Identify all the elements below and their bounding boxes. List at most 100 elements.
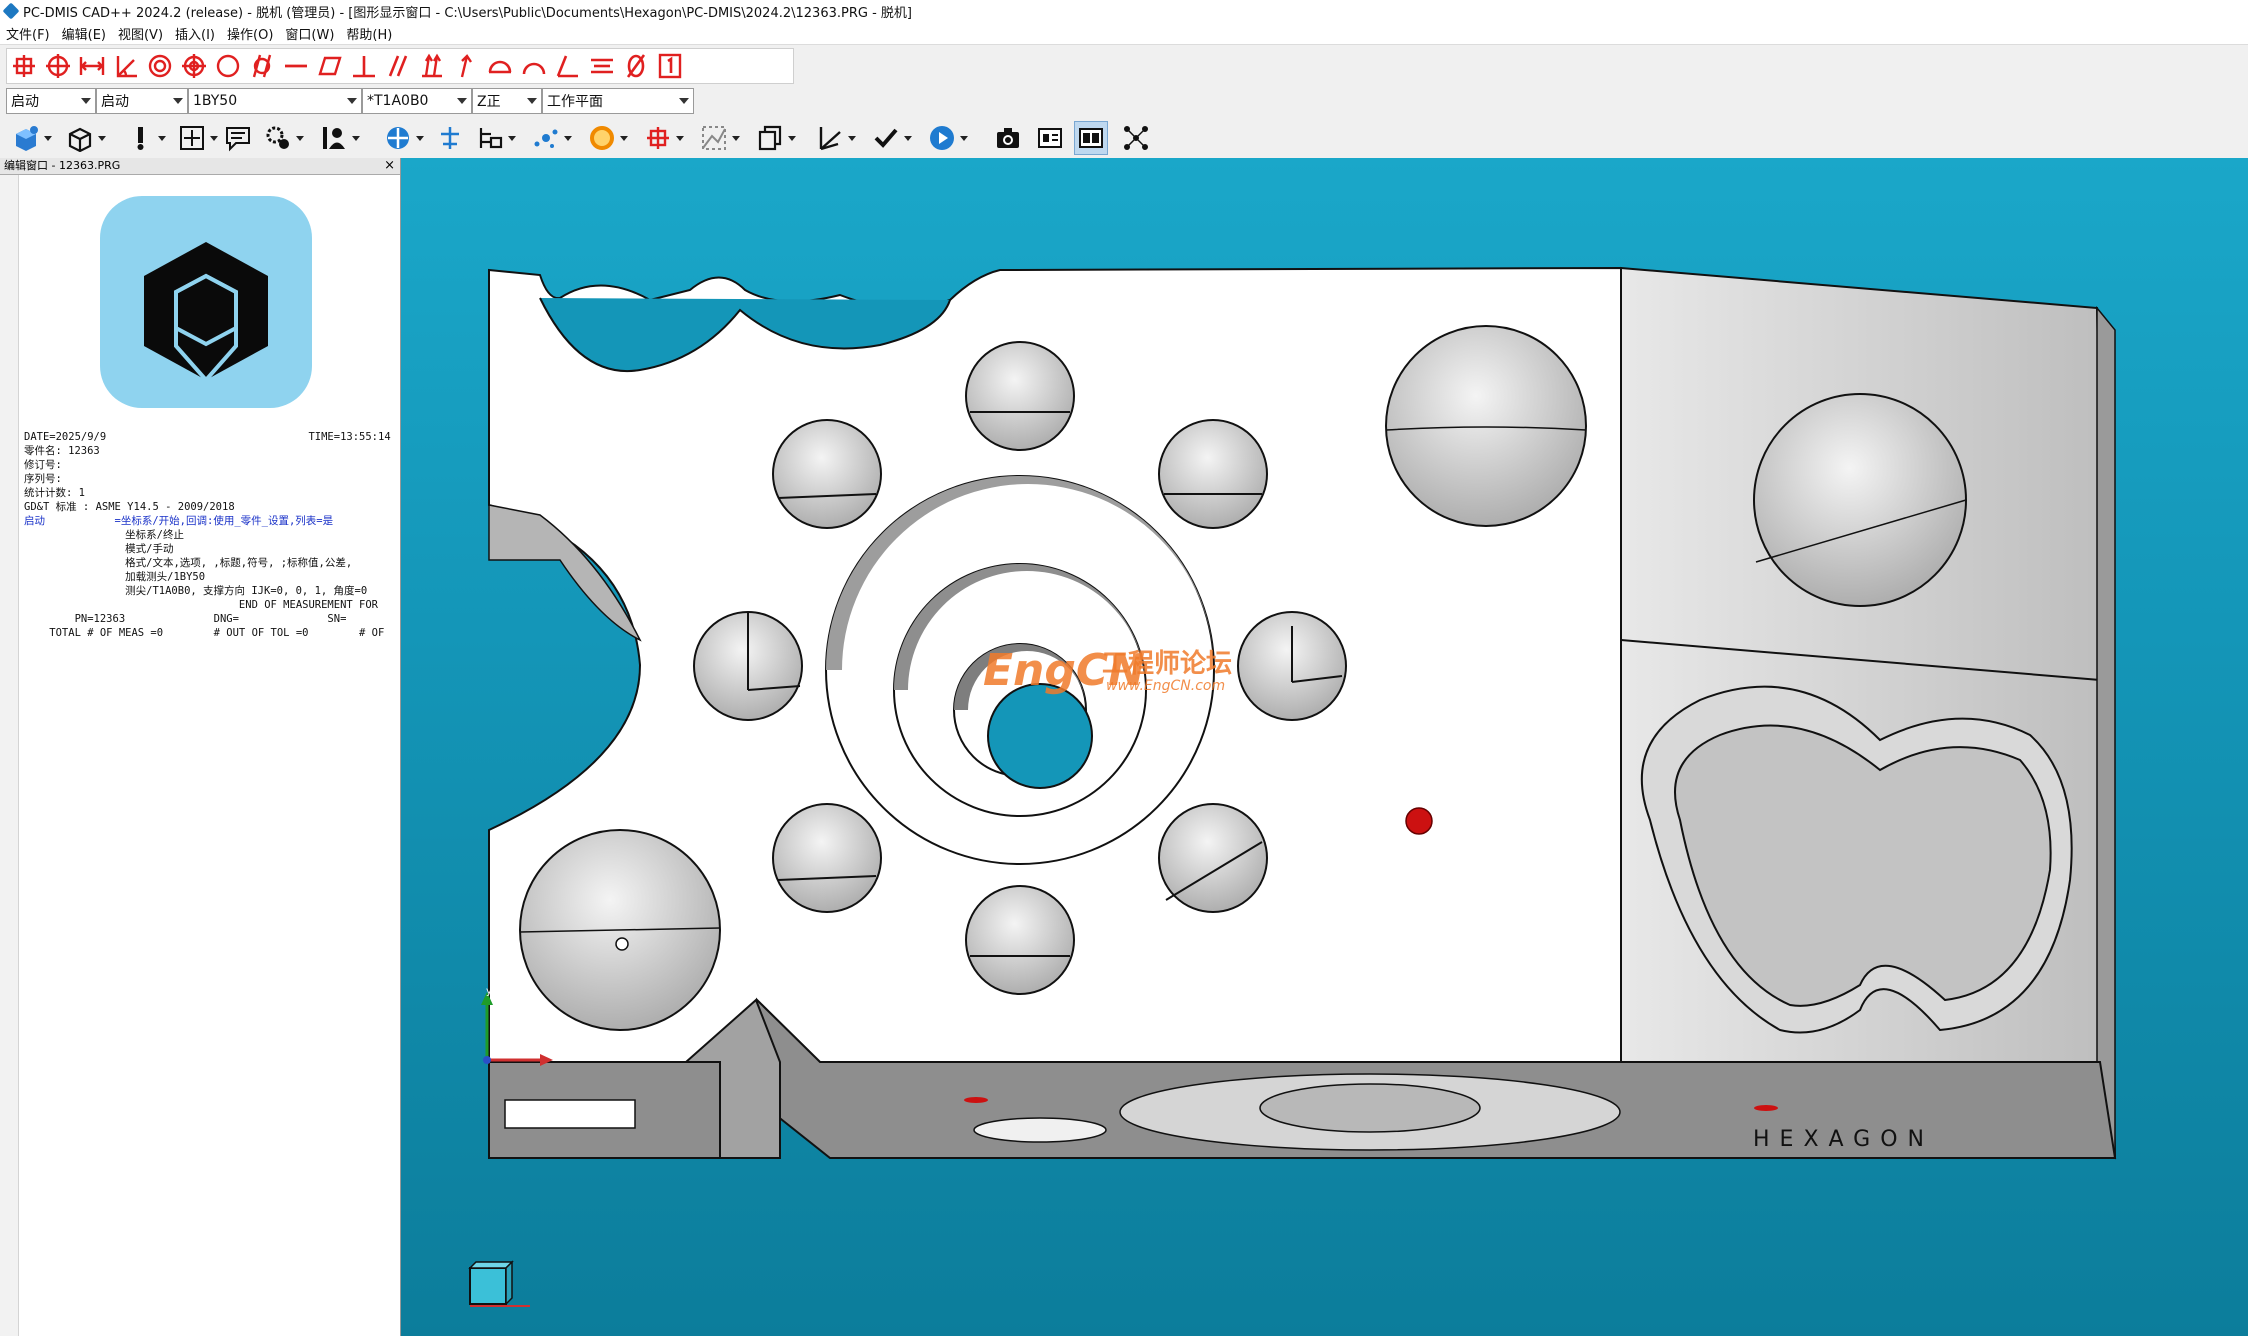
watermark-url: www.EngCN.com bbox=[1106, 678, 1225, 694]
code-line: 修订号: bbox=[24, 459, 62, 471]
copy-tool[interactable] bbox=[754, 122, 796, 154]
profile-line-icon[interactable] bbox=[483, 50, 517, 82]
circular-runout-icon[interactable] bbox=[449, 50, 483, 82]
alignment-combo[interactable]: 启动 bbox=[6, 88, 96, 114]
program-code[interactable]: DATE=2025/9/9 TIME=13:55:14 零件名: 12363 修订号… bbox=[24, 430, 391, 640]
alignment-combo-value: 启动 bbox=[11, 94, 39, 110]
check-icon bbox=[870, 122, 902, 154]
ring-icon bbox=[586, 122, 618, 154]
axis-y-label: y bbox=[486, 986, 492, 997]
coaxiality-icon[interactable] bbox=[619, 50, 653, 82]
tip-combo[interactable]: *T1A0B0 bbox=[362, 88, 472, 114]
app-logo bbox=[100, 196, 312, 408]
probe-mode-tool[interactable] bbox=[124, 122, 166, 154]
menu-window[interactable]: 窗口(W) bbox=[279, 24, 340, 43]
dimension-toolbar-group bbox=[6, 48, 794, 84]
path-tool[interactable] bbox=[434, 122, 466, 154]
target-icon bbox=[382, 122, 414, 154]
chevron-down-icon bbox=[210, 135, 218, 141]
workplane-combo-value: 工作平面 bbox=[547, 94, 603, 110]
screenshot-tool[interactable] bbox=[992, 122, 1024, 154]
alignment-recall-combo[interactable]: 启动 bbox=[96, 88, 188, 114]
point-cloud-tool[interactable] bbox=[530, 122, 572, 154]
execute-tool[interactable] bbox=[926, 122, 968, 154]
orientation-cube[interactable] bbox=[468, 1260, 530, 1307]
wireframe-tool[interactable] bbox=[64, 122, 106, 154]
datum-1-icon[interactable] bbox=[653, 50, 687, 82]
chevron-down-icon bbox=[848, 135, 856, 141]
program-tool[interactable] bbox=[474, 122, 516, 154]
vector-tool[interactable] bbox=[814, 122, 856, 154]
profile-surface-icon[interactable] bbox=[517, 50, 551, 82]
menu-edit[interactable]: 编辑(E) bbox=[56, 24, 112, 43]
fit-tool[interactable] bbox=[1120, 122, 1152, 154]
perpendicularity-icon[interactable] bbox=[347, 50, 381, 82]
symmetry-icon[interactable] bbox=[585, 50, 619, 82]
brand-engraving: HEXAGON bbox=[1753, 1127, 1934, 1152]
code-line: 模式/手动 bbox=[24, 543, 174, 555]
translate-tool[interactable] bbox=[176, 122, 218, 154]
dro-tool[interactable] bbox=[1074, 121, 1108, 155]
cylindricity-icon[interactable] bbox=[245, 50, 279, 82]
vector-icon bbox=[814, 122, 846, 154]
circle-icon[interactable] bbox=[41, 50, 75, 82]
dimension-tool[interactable] bbox=[642, 122, 684, 154]
workplane-combo[interactable]: 工作平面 bbox=[542, 88, 694, 114]
chevron-down-icon bbox=[296, 135, 304, 141]
point-icon[interactable] bbox=[7, 50, 41, 82]
watermark-sub: 工程师论坛 bbox=[1102, 649, 1232, 679]
chevron-down-icon bbox=[788, 135, 796, 141]
code-line: 启动 =坐标系/开始,回调:使用_零件_设置,列表=是 bbox=[24, 515, 334, 527]
angularity-icon[interactable] bbox=[551, 50, 585, 82]
gear-icon bbox=[262, 122, 294, 154]
settings-tool[interactable] bbox=[262, 122, 304, 154]
construct-tool[interactable] bbox=[698, 122, 740, 154]
chevron-down-icon bbox=[158, 135, 166, 141]
position-icon[interactable] bbox=[177, 50, 211, 82]
copy-icon bbox=[754, 122, 786, 154]
code-line: TOTAL # OF MEAS =0 # OUT OF TOL =0 # OF bbox=[24, 627, 385, 639]
flatness-icon[interactable] bbox=[313, 50, 347, 82]
view-combo[interactable]: Z正 bbox=[472, 88, 542, 114]
readout-icon bbox=[1074, 121, 1108, 155]
graphics-display[interactable]: HEXAGON EngCN 工程师论坛 www.EngCN.com y x bbox=[401, 158, 2248, 1336]
dimension-toolbar bbox=[0, 44, 2248, 85]
code-line: 序列号: bbox=[24, 473, 62, 485]
move-icon bbox=[176, 122, 208, 154]
straightness-icon[interactable] bbox=[279, 50, 313, 82]
concentric-icon[interactable] bbox=[143, 50, 177, 82]
menu-insert[interactable]: 插入(I) bbox=[169, 24, 221, 43]
width-icon[interactable] bbox=[75, 50, 109, 82]
operator-tool[interactable] bbox=[318, 122, 360, 154]
code-line: PN=12363 DNG= SN= bbox=[24, 613, 347, 625]
menu-operation[interactable]: 操作(O) bbox=[221, 24, 279, 43]
code-line: 格式/文本,选项, ,标题,符号, ;标称值,公差, bbox=[24, 557, 353, 569]
auto-feature-tool[interactable] bbox=[382, 122, 424, 154]
probe-combo[interactable]: 1BY50 bbox=[188, 88, 362, 114]
parallelism-icon[interactable] bbox=[381, 50, 415, 82]
axis-x-label: x bbox=[552, 1050, 558, 1061]
chevron-down-icon bbox=[732, 135, 740, 141]
alignment-recall-combo-value: 启动 bbox=[101, 94, 129, 110]
roundness-icon[interactable] bbox=[211, 50, 245, 82]
check-tool[interactable] bbox=[870, 122, 912, 154]
report-tool[interactable] bbox=[1034, 122, 1066, 154]
comment-tool[interactable] bbox=[222, 122, 254, 154]
chevron-down-icon bbox=[416, 135, 424, 141]
code-line: 加载测头/1BY50 bbox=[24, 571, 206, 583]
scan-tool[interactable] bbox=[586, 122, 628, 154]
code-line: END OF MEASUREMENT FOR bbox=[24, 599, 379, 611]
menu-view[interactable]: 视图(V) bbox=[112, 24, 169, 43]
menu-file[interactable]: 文件(F) bbox=[0, 24, 56, 43]
edit-window-gutter bbox=[0, 175, 19, 1336]
code-line: GD&T 标准 : ASME Y14.5 - 2009/2018 bbox=[24, 501, 235, 513]
menu-help[interactable]: 帮助(H) bbox=[340, 24, 398, 43]
chevron-down-icon bbox=[564, 135, 572, 141]
close-icon[interactable]: × bbox=[384, 158, 395, 174]
wireframe-cube-icon bbox=[64, 122, 96, 154]
view-cube-tool[interactable] bbox=[10, 122, 52, 154]
chevron-down-icon bbox=[98, 135, 106, 141]
chevron-down-icon bbox=[173, 98, 183, 104]
total-runout-icon[interactable] bbox=[415, 50, 449, 82]
angle-icon[interactable] bbox=[109, 50, 143, 82]
